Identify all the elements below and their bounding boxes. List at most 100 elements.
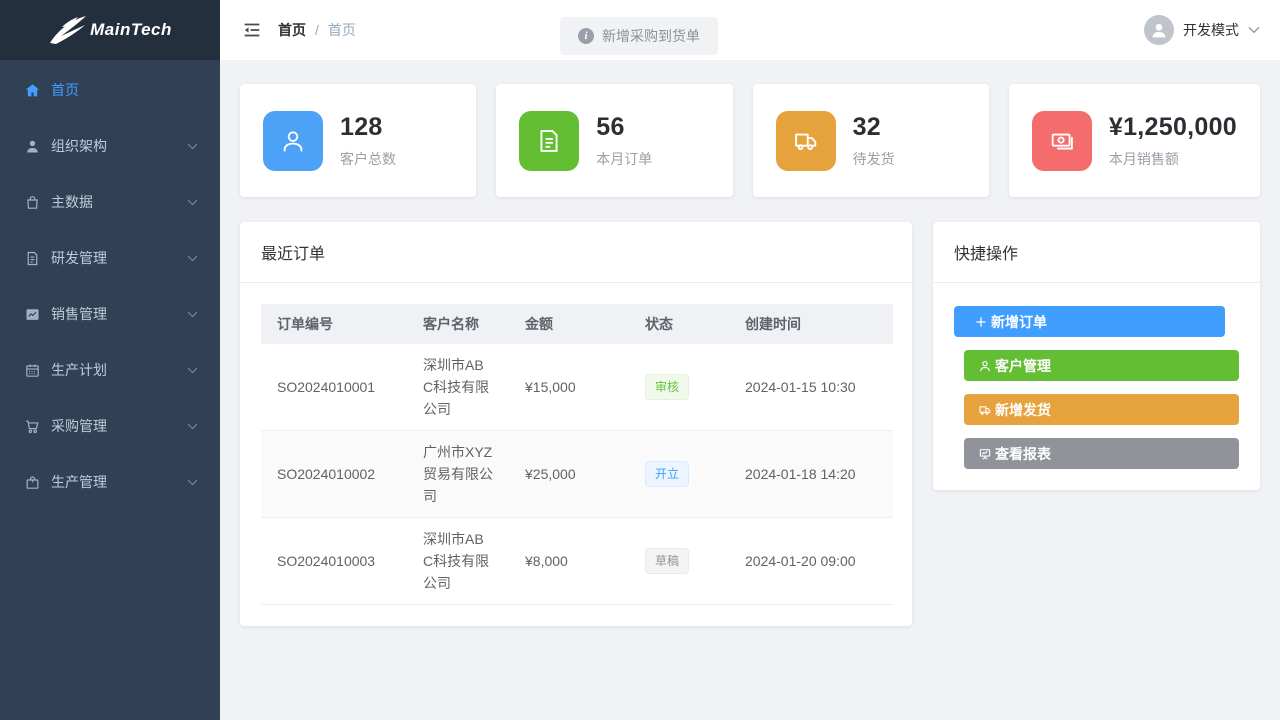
chevron-down-icon <box>187 367 198 374</box>
created-cell: 2024-01-15 10:30 <box>729 344 893 431</box>
stat-label: 待发货 <box>853 149 895 169</box>
table-row: SO2024010003 深圳市ABC科技有限公司 ¥8,000 草稿 2024… <box>261 518 893 605</box>
chevron-down-icon <box>187 423 198 430</box>
created-cell: 2024-01-18 14:20 <box>729 431 893 518</box>
sidebar-item-production-plan[interactable]: 生产计划 <box>0 342 220 398</box>
view-reports-button[interactable]: 查看报表 <box>964 438 1239 469</box>
amount-cell: ¥8,000 <box>509 518 629 605</box>
add-shipment-label: 新增发货 <box>995 400 1051 420</box>
report-icon <box>978 447 992 461</box>
stat-card-monthly-sales: ¥1,250,000 本月销售额 <box>1009 84 1260 197</box>
truck-icon <box>978 403 992 417</box>
sidebar-menu: 首页 组织架构 主数据 <box>0 60 220 510</box>
status-badge: 草稿 <box>645 548 689 574</box>
user-icon <box>978 359 992 373</box>
brand-logo: MainTech <box>0 0 220 60</box>
chevron-down-icon <box>187 199 198 206</box>
add-order-button[interactable]: 新增订单 <box>954 306 1225 337</box>
info-icon: i <box>578 28 594 44</box>
stat-card-pending-shipments: 32 待发货 <box>753 84 989 197</box>
created-cell: 2024-01-20 09:00 <box>729 518 893 605</box>
sidebar-item-purchasing[interactable]: 采购管理 <box>0 398 220 454</box>
sidebar-item-manufacturing[interactable]: 生产管理 <box>0 454 220 510</box>
user-menu[interactable]: 开发模式 <box>1144 15 1260 45</box>
stat-label: 本月销售额 <box>1109 149 1237 169</box>
panel-title: 快捷操作 <box>954 246 1018 263</box>
app-window: MainTech 首页 组织架构 <box>0 0 1280 720</box>
chart-icon <box>24 306 41 323</box>
cart-icon <box>24 418 41 435</box>
customer-icon <box>263 111 323 171</box>
stat-value: ¥1,250,000 <box>1109 113 1237 142</box>
customer-cell: 广州市XYZ贸易有限公司 <box>407 431 509 518</box>
quick-actions-header: 快捷操作 <box>933 222 1260 283</box>
chevron-down-icon <box>187 311 198 318</box>
customer-management-button[interactable]: 客户管理 <box>964 350 1239 381</box>
stat-text: 128 客户总数 <box>340 113 396 169</box>
user-name: 开发模式 <box>1183 20 1239 40</box>
sidebar-collapse-icon[interactable] <box>240 18 264 42</box>
sidebar-item-sales[interactable]: 销售管理 <box>0 286 220 342</box>
table-row: SO2024010002 广州市XYZ贸易有限公司 ¥25,000 开立 202… <box>261 431 893 518</box>
orders-table: 订单编号 客户名称 金额 状态 创建时间 SO2024010001 <box>261 304 893 605</box>
brand-name: MainTech <box>90 20 172 40</box>
status-badge: 开立 <box>645 461 689 487</box>
order-no-cell: SO2024010002 <box>261 431 407 518</box>
plus-icon <box>974 315 988 329</box>
breadcrumb-separator: / <box>315 22 319 38</box>
stat-label: 客户总数 <box>340 149 396 169</box>
chevron-down-icon <box>187 143 198 150</box>
stat-value: 128 <box>340 113 396 142</box>
sidebar: MainTech 首页 组织架构 <box>0 0 220 720</box>
chevron-down-icon <box>187 479 198 486</box>
stat-card-orders: 56 本月订单 <box>496 84 732 197</box>
table-row: SO2024010001 深圳市ABC科技有限公司 ¥15,000 审核 202… <box>261 344 893 431</box>
panel-title: 最近订单 <box>261 246 325 263</box>
sidebar-item-label: 采购管理 <box>51 416 187 436</box>
column-header-created: 创建时间 <box>729 304 893 344</box>
breadcrumb: 首页 / 首页 <box>278 20 356 40</box>
stats-row: 128 客户总数 56 本月订单 <box>240 84 1260 197</box>
package-icon <box>24 474 41 491</box>
document-icon <box>24 250 41 267</box>
recent-orders-header: 最近订单 <box>240 222 912 283</box>
money-icon <box>1032 111 1092 171</box>
status-badge: 审核 <box>645 374 689 400</box>
add-purchase-receipt-label: 新增采购到货单 <box>602 26 700 46</box>
sidebar-item-label: 研发管理 <box>51 248 187 268</box>
swoosh-logo-icon <box>48 13 88 47</box>
sidebar-item-home[interactable]: 首页 <box>0 62 220 118</box>
column-header-order-no: 订单编号 <box>261 304 407 344</box>
column-header-customer: 客户名称 <box>407 304 509 344</box>
view-reports-label: 查看报表 <box>995 444 1051 464</box>
avatar <box>1144 15 1174 45</box>
customer-cell: 深圳市ABC科技有限公司 <box>407 344 509 431</box>
status-cell: 草稿 <box>629 518 729 605</box>
add-shipment-button[interactable]: 新增发货 <box>964 394 1239 425</box>
sidebar-item-org[interactable]: 组织架构 <box>0 118 220 174</box>
quick-actions-panel: 快捷操作 新增订单 客户管理 <box>933 222 1260 490</box>
sidebar-item-masterdata[interactable]: 主数据 <box>0 174 220 230</box>
add-purchase-receipt-button[interactable]: i 新增采购到货单 <box>560 17 718 55</box>
chevron-down-icon <box>1248 26 1260 34</box>
home-icon <box>24 82 41 99</box>
bag-icon <box>24 194 41 211</box>
sidebar-item-label: 主数据 <box>51 192 187 212</box>
stat-text: 56 本月订单 <box>596 113 652 169</box>
calendar-icon <box>24 362 41 379</box>
sidebar-item-label: 首页 <box>51 80 198 100</box>
main-area: 首页 / 首页 i 新增采购到货单 开发模式 <box>220 0 1280 720</box>
top-bar: 首页 / 首页 i 新增采购到货单 开发模式 <box>220 0 1280 60</box>
customer-cell: 深圳市ABC科技有限公司 <box>407 518 509 605</box>
column-header-status: 状态 <box>629 304 729 344</box>
quick-actions-body: 新增订单 客户管理 新增发货 <box>933 283 1260 490</box>
breadcrumb-item-home[interactable]: 首页 <box>278 20 306 40</box>
sidebar-item-label: 生产计划 <box>51 360 187 380</box>
breadcrumb-item-current: 首页 <box>328 20 356 40</box>
order-no-cell: SO2024010001 <box>261 344 407 431</box>
amount-cell: ¥25,000 <box>509 431 629 518</box>
sidebar-item-label: 生产管理 <box>51 472 187 492</box>
sidebar-item-rnd[interactable]: 研发管理 <box>0 230 220 286</box>
chevron-down-icon <box>187 255 198 262</box>
sidebar-item-label: 销售管理 <box>51 304 187 324</box>
